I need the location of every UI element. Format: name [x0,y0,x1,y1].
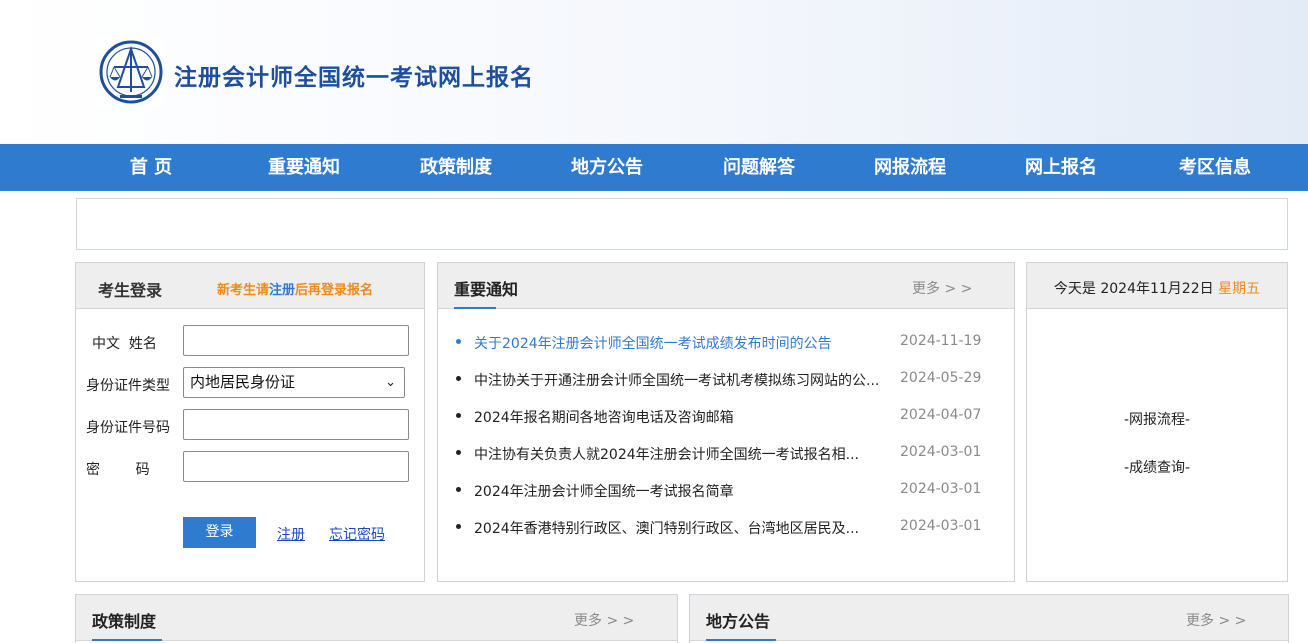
login-title: 考生登录 [98,281,163,300]
password-input[interactable] [183,451,409,482]
notices-more-link[interactable]: 更多 > > [912,278,972,298]
bullet-icon [456,413,461,418]
notice-text[interactable]: 2024年报名期间各地咨询电话及咨询邮箱 [474,407,894,427]
cicpa-emblem-icon [96,37,166,107]
notices-panel: 重要通知 更多 > > 关于2024年注册会计师全国统一考试成绩发布时间的公告 … [437,262,1015,582]
nav-notices[interactable]: 重要通知 [249,144,359,191]
nav-online-registration[interactable]: 网上报名 [1006,144,1116,191]
notice-item[interactable]: 中注协关于开通注册会计师全国统一考试机考模拟练习网站的公... 2024-05-… [456,370,986,407]
notice-date: 2024-03-01 [900,518,982,534]
forgot-password-link[interactable]: 忘记密码 [329,524,385,544]
bullet-icon [456,339,461,344]
notice-text[interactable]: 中注协关于开通注册会计师全国统一考试机考模拟练习网站的公... [474,370,894,390]
policy-panel-header: 政策制度 更多 > > [76,595,677,641]
login-button[interactable]: 登录 [183,517,256,548]
notices-title[interactable]: 重要通知 [454,276,518,300]
score-query-link[interactable]: -成绩查询- [1027,457,1287,477]
register-hint-prefix: 新考生请 [217,283,270,298]
policy-more-link[interactable]: 更多 > > [574,610,634,630]
bullet-icon [456,376,461,381]
notice-date: 2024-04-07 [900,407,982,423]
register-hint: 新考生请注册后再登录报名 [217,279,373,298]
login-panel-header: 考生登录 新考生请注册后再登录报名 [76,263,424,309]
nav-home[interactable]: 首 页 [96,144,206,191]
local-tab-underline [706,639,776,641]
notices-panel-header: 重要通知 更多 > > [438,263,1014,309]
nav-exam-area-info[interactable]: 考区信息 [1160,144,1270,191]
bullet-icon [456,524,461,529]
chevron-down-icon: ⌄ [385,375,396,390]
site-title: 注册会计师全国统一考试网上报名 [174,65,534,91]
local-panel: 地方公告 更多 > > [689,594,1289,643]
idtype-selected-value: 内地居民身份证 [190,373,296,391]
site-header: 注册会计师全国统一考试网上报名 [0,0,1308,144]
notice-item[interactable]: 关于2024年注册会计师全国统一考试成绩发布时间的公告 2024-11-19 [456,333,986,370]
local-title[interactable]: 地方公告 [706,608,770,632]
nav-faq[interactable]: 问题解答 [704,144,814,191]
notice-date: 2024-11-19 [900,333,982,349]
nav-process[interactable]: 网报流程 [855,144,965,191]
register-hint-link[interactable]: 注册 [269,283,295,298]
notice-item[interactable]: 中注协有关负责人就2024年注册会计师全国统一考试报名相... 2024-03-… [456,444,986,481]
policy-panel: 政策制度 更多 > > [75,594,678,643]
name-label: 中文 姓名 [92,336,157,352]
idtype-label: 身份证件类型 [86,378,170,394]
notice-text[interactable]: 2024年注册会计师全国统一考试报名简章 [474,481,894,501]
bullet-icon [456,450,461,455]
idtype-select[interactable]: 内地居民身份证 ⌄ [183,367,405,398]
login-panel: 考生登录 新考生请注册后再登录报名 中文 姓名 身份证件类型 内地居民身份证 ⌄… [75,262,425,582]
today-panel-header: 今天是 2024年11月22日 星期五 [1027,263,1287,309]
idno-label: 身份证件号码 [86,420,170,436]
notice-date: 2024-05-29 [900,370,982,386]
policy-tab-underline [92,639,162,641]
today-panel: 今天是 2024年11月22日 星期五 -网报流程- -成绩查询- [1026,262,1288,582]
today-weekday: 星期五 [1218,281,1261,297]
policy-title[interactable]: 政策制度 [92,608,156,632]
today-date-text: 今天是 2024年11月22日 [1053,281,1214,297]
notice-text[interactable]: 中注协有关负责人就2024年注册会计师全国统一考试报名相... [474,444,894,464]
today-date: 今天是 2024年11月22日 星期五 [1027,278,1287,298]
register-link[interactable]: 注册 [277,524,305,544]
notice-item[interactable]: 2024年注册会计师全国统一考试报名简章 2024-03-01 [456,481,986,518]
notices-tab-underline [454,307,496,309]
name-input[interactable] [183,325,409,356]
notice-item[interactable]: 2024年报名期间各地咨询电话及咨询邮箱 2024-04-07 [456,407,986,444]
password-label: 密 码 [86,462,150,478]
notice-text[interactable]: 关于2024年注册会计师全国统一考试成绩发布时间的公告 [474,333,894,353]
bullet-icon [456,487,461,492]
notices-list: 关于2024年注册会计师全国统一考试成绩发布时间的公告 2024-11-19 中… [456,333,986,555]
process-link[interactable]: -网报流程- [1027,409,1287,429]
local-panel-header: 地方公告 更多 > > [690,595,1288,641]
notice-item[interactable]: 2024年香港特别行政区、澳门特别行政区、台湾地区居民及... 2024-03-… [456,518,986,555]
register-hint-suffix: 后再登录报名 [295,283,374,298]
banner-box [76,198,1288,250]
notice-text[interactable]: 2024年香港特别行政区、澳门特别行政区、台湾地区居民及... [474,518,894,538]
notice-date: 2024-03-01 [900,444,982,460]
idno-input[interactable] [183,409,409,440]
nav-policy[interactable]: 政策制度 [401,144,511,191]
nav-local-announcements[interactable]: 地方公告 [552,144,662,191]
notice-date: 2024-03-01 [900,481,982,497]
main-nav: 首 页 重要通知 政策制度 地方公告 问题解答 网报流程 网上报名 考区信息 [0,144,1308,191]
local-more-link[interactable]: 更多 > > [1186,610,1246,630]
